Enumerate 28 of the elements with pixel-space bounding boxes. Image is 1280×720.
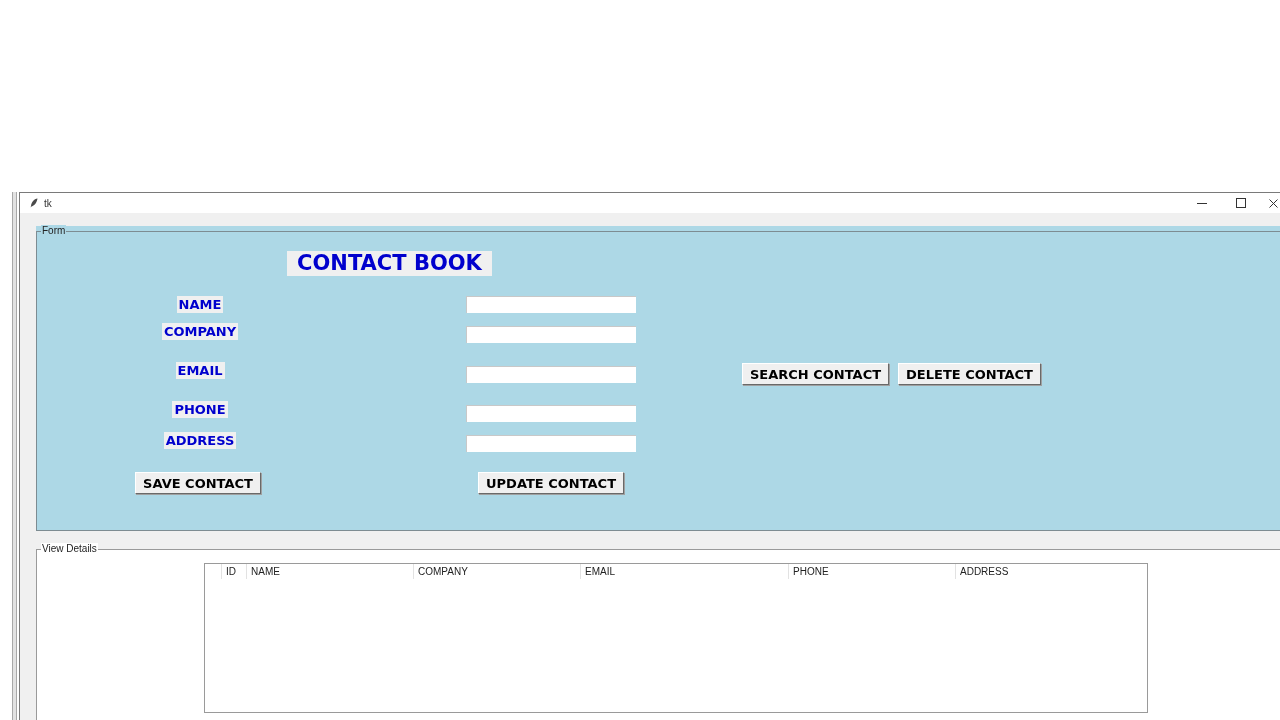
text-input[interactable]: [466, 435, 636, 452]
text-input[interactable]: [466, 296, 636, 313]
action-button[interactable]: SEARCH CONTACT: [742, 363, 890, 385]
feather-icon: [30, 198, 38, 208]
column-header[interactable]: EMAIL: [580, 564, 788, 579]
field-label: NAME: [176, 296, 224, 313]
panel-legend: Form: [41, 225, 67, 237]
column-header[interactable]: COMPANY: [413, 564, 580, 579]
maximize-icon[interactable]: [1236, 198, 1246, 208]
field-label: COMPANY: [161, 323, 239, 340]
text-input[interactable]: [466, 326, 636, 343]
action-button[interactable]: SAVE CONTACT: [135, 472, 261, 494]
column-header[interactable]: NAME: [246, 564, 413, 579]
text-input[interactable]: [466, 366, 636, 383]
column-header[interactable]: PHONE: [788, 564, 955, 579]
column-header[interactable]: ID: [221, 564, 246, 579]
field-label: PHONE: [172, 401, 228, 418]
column-header[interactable]: ADDRESS: [955, 564, 1147, 579]
action-button[interactable]: DELETE CONTACT: [898, 363, 1041, 385]
minimize-icon[interactable]: [1197, 202, 1207, 204]
field-label: EMAIL: [175, 362, 225, 379]
close-icon[interactable]: [1269, 198, 1278, 208]
app-heading: CONTACT BOOK: [287, 251, 492, 276]
action-button[interactable]: UPDATE CONTACT: [478, 472, 624, 494]
panel-legend: View Details: [41, 543, 98, 555]
field-label: ADDRESS: [163, 432, 237, 449]
text-input[interactable]: [466, 405, 636, 422]
window-title: tk: [44, 196, 52, 211]
